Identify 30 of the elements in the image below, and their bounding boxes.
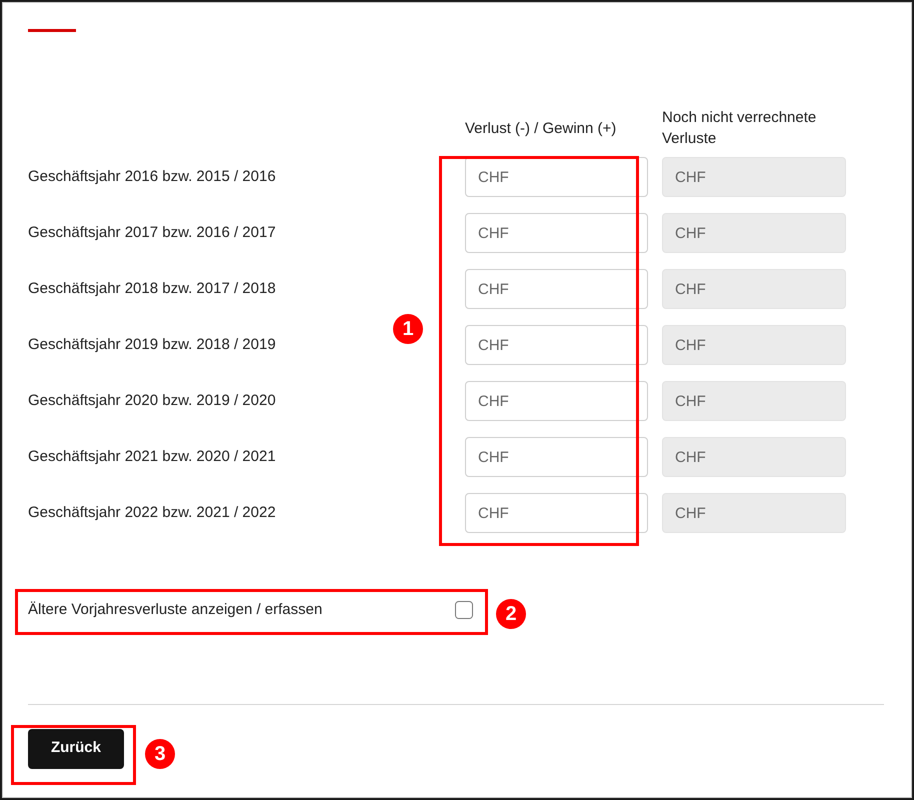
step-number: 2 bbox=[496, 599, 526, 629]
amount-field: CHF bbox=[662, 437, 846, 477]
amount-field: CHF bbox=[662, 213, 846, 253]
accent-line bbox=[28, 29, 76, 32]
amount-field[interactable]: CHF bbox=[465, 213, 648, 253]
amount-field[interactable]: CHF bbox=[465, 437, 648, 477]
row-label: Geschäftsjahr 2019 bzw. 2018 / 2019 bbox=[28, 335, 277, 355]
row-label: Geschäftsjahr 2022 bzw. 2021 / 2022 bbox=[28, 503, 277, 523]
amount-field: CHF bbox=[662, 493, 846, 533]
row-label: Geschäftsjahr 2017 bzw. 2016 / 2017 bbox=[28, 223, 277, 243]
amount-field: CHF bbox=[662, 157, 846, 197]
row-label: Geschäftsjahr 2018 bzw. 2017 / 2018 bbox=[28, 279, 277, 299]
row-label: Geschäftsjahr 2021 bzw. 2020 / 2021 bbox=[28, 447, 277, 467]
column-header: Verlust (-) / Gewinn (+) bbox=[465, 118, 618, 138]
amount-field: CHF bbox=[662, 269, 846, 309]
amount-field: CHF bbox=[662, 325, 846, 365]
amount-field[interactable]: CHF bbox=[465, 157, 648, 197]
step-number: 1 bbox=[393, 314, 423, 344]
amount-field[interactable]: CHF bbox=[465, 493, 648, 533]
amount-field[interactable]: CHF bbox=[465, 269, 648, 309]
checkbox-label: Ältere Vorjahresverluste anzeigen / erfassen bbox=[28, 600, 322, 620]
amount-field[interactable]: CHF bbox=[465, 381, 648, 421]
step-number: 3 bbox=[145, 739, 175, 769]
row-label: Geschäftsjahr 2016 bzw. 2015 / 2016 bbox=[28, 167, 277, 187]
checkbox[interactable] bbox=[455, 601, 473, 620]
amount-field[interactable]: CHF bbox=[465, 325, 648, 365]
back-button[interactable]: Zurück bbox=[28, 728, 124, 768]
column-header: Noch nicht verrechnete Verluste bbox=[662, 108, 818, 149]
amount-field: CHF bbox=[662, 381, 846, 421]
row-label: Geschäftsjahr 2020 bzw. 2019 / 2020 bbox=[28, 391, 277, 411]
